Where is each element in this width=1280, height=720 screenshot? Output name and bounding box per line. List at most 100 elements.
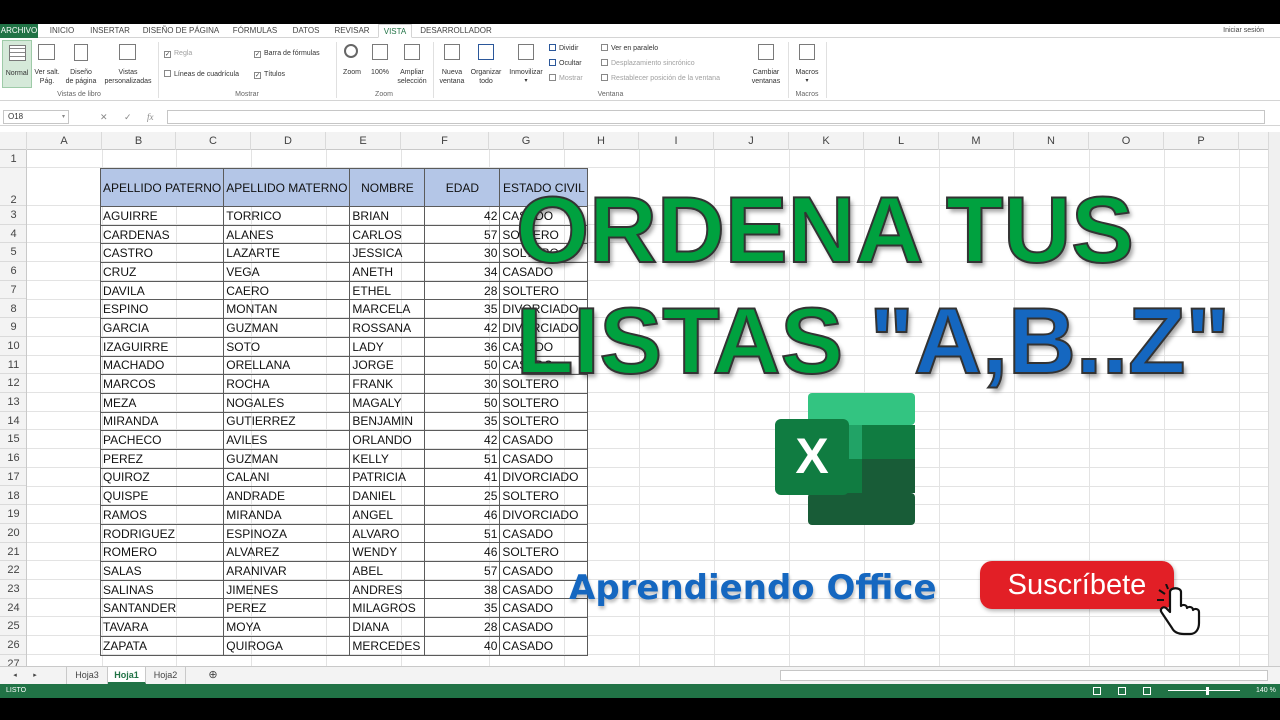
cell-apellido-materno[interactable]: TORRICO: [223, 206, 351, 226]
cell-apellido-materno[interactable]: VEGA: [223, 262, 351, 282]
cell-apellido-paterno[interactable]: AGUIRRE: [99, 206, 225, 226]
cell-edad[interactable]: 57: [424, 561, 501, 581]
cell-apellido-materno[interactable]: LAZARTE: [223, 243, 351, 264]
normal-view-button[interactable]: Normal: [2, 40, 32, 88]
cell-edad[interactable]: 50: [424, 392, 501, 413]
row-header[interactable]: 24: [0, 599, 26, 618]
cell-apellido-materno[interactable]: GUZMAN: [223, 318, 351, 338]
cell-nombre[interactable]: MILAGROS: [349, 598, 426, 619]
cancel-icon[interactable]: ✕: [100, 110, 108, 124]
cell-apellido-materno[interactable]: SOTO: [223, 336, 351, 357]
barra-formulas-checkbox[interactable]: ✓ Barra de fórmulas: [254, 49, 320, 58]
row-header[interactable]: 17: [0, 468, 26, 487]
cell-apellido-materno[interactable]: ARANIVAR: [223, 561, 351, 581]
page-layout-view-button[interactable]: Diseño de página: [63, 40, 99, 88]
header-apellido-paterno[interactable]: APELLIDO PATERNO: [99, 168, 225, 207]
sheet-tab-hoja3[interactable]: Hoja3: [66, 667, 108, 684]
cell-apellido-materno[interactable]: JIMENES: [223, 579, 351, 600]
cell-nombre[interactable]: KELLY: [349, 448, 426, 469]
row-header[interactable]: 1: [0, 150, 26, 168]
cell-estado-civil[interactable]: DIVORCIADO: [499, 467, 589, 488]
subscribe-button[interactable]: Suscríbete: [980, 561, 1174, 609]
cell-nombre[interactable]: DIANA: [349, 617, 426, 637]
column-header[interactable]: H: [564, 132, 639, 150]
row-header[interactable]: 12: [0, 374, 26, 393]
row-header[interactable]: 20: [0, 524, 26, 543]
cell-nombre[interactable]: DANIEL: [349, 486, 426, 506]
next-sheet-icon[interactable]: ▸: [28, 667, 42, 684]
row-header[interactable]: 4: [0, 225, 26, 244]
cell-estado-civil[interactable]: SOLTERO: [499, 411, 589, 432]
row-header[interactable]: 10: [0, 337, 26, 356]
cell-apellido-materno[interactable]: MOYA: [223, 617, 351, 637]
page-layout-status-icon[interactable]: [1118, 687, 1126, 695]
tab-datos[interactable]: DATOS: [288, 24, 324, 38]
cell-nombre[interactable]: LADY: [349, 336, 426, 357]
cell-edad[interactable]: 34: [424, 262, 501, 282]
arrange-all-button[interactable]: Organizar todo: [468, 40, 504, 88]
cell-nombre[interactable]: BENJAMIN: [349, 411, 426, 432]
row-header[interactable]: 6: [0, 262, 26, 281]
tab-vista[interactable]: VISTA: [378, 24, 412, 38]
cell-edad[interactable]: 30: [424, 374, 501, 394]
name-box[interactable]: O18: [3, 110, 69, 124]
cell-edad[interactable]: 35: [424, 299, 501, 320]
cell-apellido-materno[interactable]: GUTIERREZ: [223, 411, 351, 432]
cell-nombre[interactable]: MARCELA: [349, 299, 426, 320]
column-header[interactable]: M: [939, 132, 1014, 150]
cell-edad[interactable]: 46: [424, 542, 501, 563]
cell-estado-civil[interactable]: SOLTERO: [499, 392, 589, 413]
column-header[interactable]: G: [489, 132, 564, 150]
cell-nombre[interactable]: ORLANDO: [349, 430, 426, 450]
sheet-tab-hoja2[interactable]: Hoja2: [146, 667, 186, 684]
cell-edad[interactable]: 40: [424, 635, 501, 656]
cell-nombre[interactable]: ETHEL: [349, 280, 426, 301]
tab-formulas[interactable]: FÓRMULAS: [228, 24, 282, 38]
cell-apellido-paterno[interactable]: TAVARA: [99, 617, 225, 637]
zoom-slider[interactable]: [1168, 690, 1240, 691]
tab-desarrollador[interactable]: DESARROLLADOR: [418, 24, 494, 38]
column-header[interactable]: O: [1089, 132, 1164, 150]
select-all-corner[interactable]: [0, 132, 27, 150]
cell-nombre[interactable]: ANETH: [349, 262, 426, 282]
reset-position-button[interactable]: Restablecer posición de la ventana: [601, 74, 720, 83]
cell-apellido-paterno[interactable]: MARCOS: [99, 374, 225, 394]
cell-apellido-paterno[interactable]: ZAPATA: [99, 635, 225, 656]
row-header[interactable]: 18: [0, 487, 26, 506]
tab-insertar[interactable]: INSERTAR: [87, 24, 133, 38]
cell-apellido-paterno[interactable]: PACHECO: [99, 430, 225, 450]
header-nombre[interactable]: NOMBRE: [349, 168, 426, 207]
vertical-scrollbar[interactable]: [1268, 132, 1280, 666]
zoom-level[interactable]: 140 %: [1256, 684, 1276, 698]
cell-apellido-materno[interactable]: GUZMAN: [223, 448, 351, 469]
zoom-100-button[interactable]: 100%: [367, 40, 393, 88]
chevron-down-icon[interactable]: ▾: [62, 110, 65, 124]
cell-apellido-materno[interactable]: ROCHA: [223, 374, 351, 394]
cell-edad[interactable]: 42: [424, 206, 501, 226]
cell-nombre[interactable]: ANGEL: [349, 505, 426, 525]
cell-apellido-paterno[interactable]: RODRIGUEZ: [99, 523, 225, 544]
cell-edad[interactable]: 35: [424, 598, 501, 619]
cell-edad[interactable]: 28: [424, 617, 501, 637]
cell-edad[interactable]: 35: [424, 411, 501, 432]
sync-scroll-button[interactable]: Desplazamiento sincrónico: [601, 59, 695, 68]
sign-in-link[interactable]: Iniciar sesión: [1223, 24, 1264, 38]
new-window-button[interactable]: Nueva ventana: [436, 40, 468, 88]
cell-apellido-paterno[interactable]: CASTRO: [99, 243, 225, 264]
cell-nombre[interactable]: JESSICA: [349, 243, 426, 264]
cell-apellido-paterno[interactable]: SALAS: [99, 561, 225, 581]
custom-views-button[interactable]: Vistas personalizadas: [101, 40, 155, 88]
prev-sheet-icon[interactable]: ◂: [8, 667, 22, 684]
cell-apellido-materno[interactable]: CAERO: [223, 280, 351, 301]
column-header[interactable]: A: [27, 132, 102, 150]
row-header[interactable]: 22: [0, 561, 26, 580]
cell-nombre[interactable]: ANDRES: [349, 579, 426, 600]
column-header[interactable]: D: [251, 132, 326, 150]
cell-estado-civil[interactable]: CASADO: [499, 430, 589, 450]
cell-estado-civil[interactable]: CASADO: [499, 617, 589, 637]
cell-edad[interactable]: 46: [424, 505, 501, 525]
cell-apellido-paterno[interactable]: DAVILA: [99, 280, 225, 301]
row-header[interactable]: 5: [0, 243, 26, 263]
cell-edad[interactable]: 50: [424, 355, 501, 376]
cell-nombre[interactable]: BRIAN: [349, 206, 426, 226]
